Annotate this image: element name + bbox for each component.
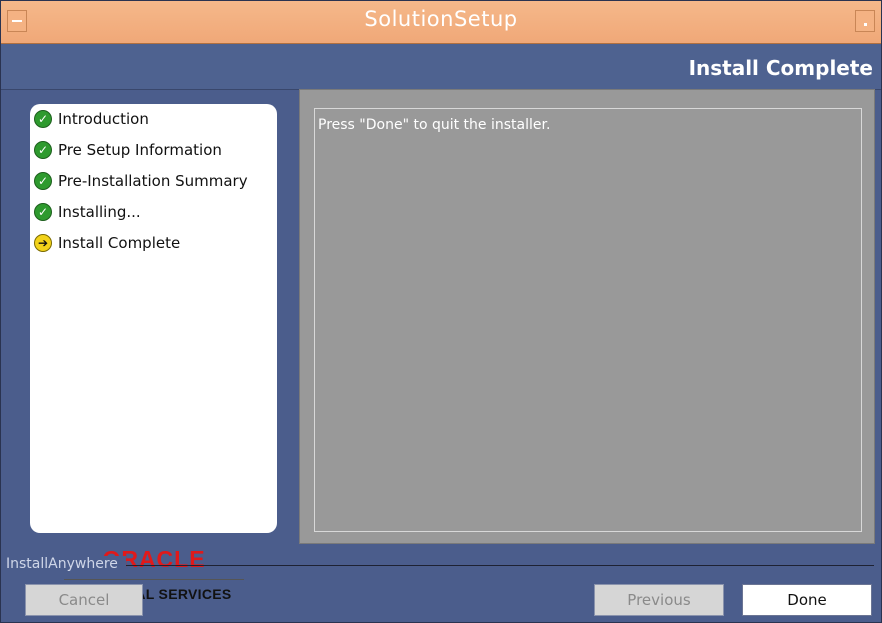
- logo-divider: [64, 579, 244, 580]
- content-frame: [314, 108, 862, 532]
- step-installing: ✓ Installing...: [34, 201, 141, 223]
- step-title: Install Complete: [688, 56, 873, 80]
- cancel-button-label: Cancel: [58, 591, 110, 609]
- step-introduction: ✓ Introduction: [34, 108, 149, 130]
- step-label: Pre Setup Information: [58, 141, 222, 159]
- check-icon: ✓: [34, 110, 52, 128]
- footer-divider: [6, 565, 874, 566]
- maximize-button[interactable]: [855, 10, 875, 32]
- cancel-button[interactable]: Cancel: [25, 584, 143, 616]
- step-label: Pre-Installation Summary: [58, 172, 248, 190]
- title-bar: SolutionSetup: [1, 1, 881, 44]
- step-pre-setup-information: ✓ Pre Setup Information: [34, 139, 222, 161]
- step-label: Installing...: [58, 203, 141, 221]
- steps-sidebar: ✓ Introduction ✓ Pre Setup Information ✓…: [30, 104, 277, 602]
- content-panel: Press "Done" to quit the installer.: [299, 89, 875, 544]
- window-title: SolutionSetup: [364, 7, 518, 31]
- arrow-right-icon: ➔: [34, 234, 52, 252]
- step-pre-installation-summary: ✓ Pre-Installation Summary: [34, 170, 248, 192]
- done-button[interactable]: Done: [742, 584, 872, 616]
- installanywhere-label: InstallAnywhere: [6, 556, 126, 572]
- check-icon: ✓: [34, 141, 52, 159]
- step-label: Introduction: [58, 110, 149, 128]
- previous-button[interactable]: Previous: [594, 584, 724, 616]
- installer-window: SolutionSetup Install Complete ✓ Introdu…: [0, 0, 882, 623]
- previous-button-label: Previous: [627, 591, 691, 609]
- step-install-complete: ➔ Install Complete: [34, 232, 180, 254]
- check-icon: ✓: [34, 172, 52, 190]
- check-icon: ✓: [34, 203, 52, 221]
- done-button-label: Done: [787, 591, 827, 609]
- completion-message: Press "Done" to quit the installer.: [318, 117, 551, 133]
- step-label: Install Complete: [58, 234, 181, 252]
- step-header: Install Complete: [1, 44, 881, 90]
